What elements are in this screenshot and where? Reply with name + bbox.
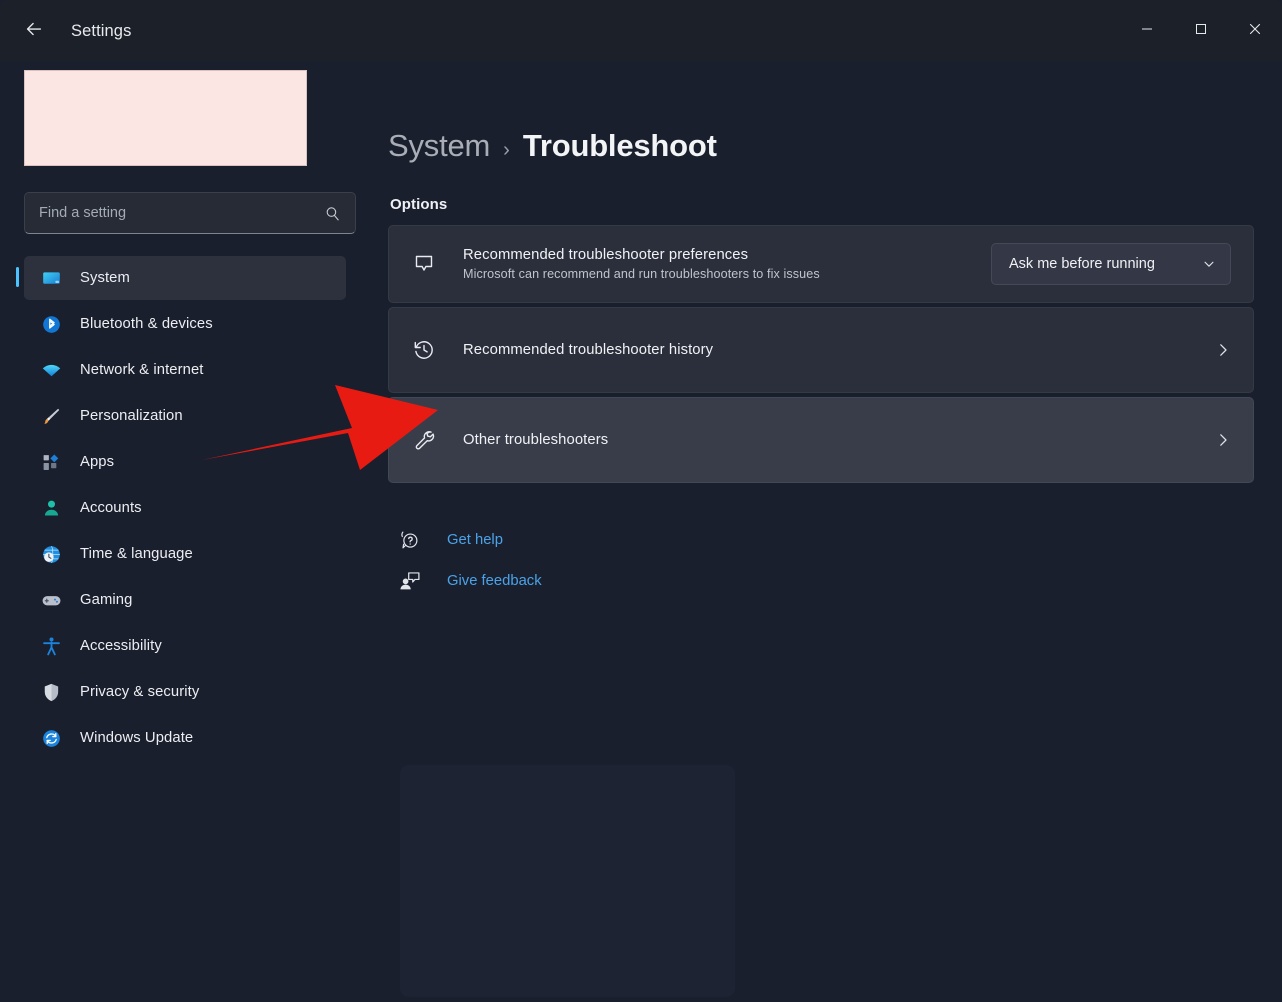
card-other-troubleshooters[interactable]: Other troubleshooters [388,397,1254,483]
search-icon [324,205,341,222]
card-text: Recommended troubleshooter history [463,342,1201,358]
dropdown-value: Ask me before running [1009,256,1155,272]
app-title: Settings [71,21,132,40]
minimize-button[interactable] [1120,0,1174,62]
sidebar-item-time-language[interactable]: Time & language [24,532,346,576]
account-redaction-block [24,70,307,166]
settings-window: Settings Find a setting System Bluetooth… [0,0,1282,1002]
arrow-left-icon [23,18,45,45]
apps-icon [40,451,62,473]
link-label: Give feedback [447,572,542,589]
get-help-link[interactable]: Get help [388,519,503,560]
shield-icon [40,681,62,703]
bluetooth-icon [40,313,62,335]
sidebar-item-label: Personalization [80,408,183,424]
give-feedback-link[interactable]: Give feedback [388,560,542,601]
breadcrumb-parent[interactable]: System [388,128,490,164]
sidebar-item-accounts[interactable]: Accounts [24,486,346,530]
help-bubble-icon [396,529,424,551]
clock-globe-icon [40,543,62,565]
sidebar-item-personalization[interactable]: Personalization [24,394,346,438]
sidebar-item-label: Bluetooth & devices [80,316,213,332]
card-recommended-troubleshooter-preferences[interactable]: Recommended troubleshooter preferences M… [388,225,1254,303]
sidebar-item-windows-update[interactable]: Windows Update [24,716,346,760]
minimize-icon [1141,22,1153,40]
card-text: Recommended troubleshooter preferences M… [463,247,991,281]
sidebar-item-apps[interactable]: Apps [24,440,346,484]
sidebar-item-label: Privacy & security [80,684,200,700]
monitor-icon [40,267,62,289]
card-title: Recommended troubleshooter preferences [463,247,749,263]
footer-links: Get help Give feedback [388,519,1254,601]
sidebar-item-privacy-security[interactable]: Privacy & security [24,670,346,714]
history-icon [411,338,437,362]
paintbrush-icon [40,405,62,427]
sidebar-item-accessibility[interactable]: Accessibility [24,624,346,668]
sidebar-item-label: Gaming [80,592,133,608]
title-bar: Settings [0,0,1282,62]
sidebar-item-label: System [80,270,130,286]
card-title: Other troubleshooters [463,432,609,448]
page-title: Troubleshoot [522,128,717,163]
wrench-icon [411,428,437,452]
sidebar-item-system[interactable]: System [16,256,346,300]
sidebar-item-label: Windows Update [80,730,194,746]
close-icon [1249,22,1261,40]
maximize-button[interactable] [1174,0,1228,62]
card-subtitle: Microsoft can recommend and run troubles… [463,267,820,281]
card-title: Recommended troubleshooter history [463,342,714,358]
breadcrumb-separator: › [503,139,510,161]
close-button[interactable] [1228,0,1282,62]
chevron-right-icon [1215,432,1231,448]
sidebar-item-network-internet[interactable]: Network & internet [24,348,346,392]
accessibility-icon [40,635,62,657]
search-box[interactable] [24,192,356,234]
card-text: Other troubleshooters [463,432,1201,448]
chevron-down-icon [1202,257,1216,271]
sidebar-item-label: Time & language [80,546,193,562]
search-input[interactable] [39,205,324,221]
sidebar-item-label: Network & internet [80,362,204,378]
sidebar: System Bluetooth & devices [0,62,378,1002]
sidebar-item-label: Apps [80,454,115,470]
chevron-right-icon [1215,342,1231,358]
sidebar-item-bluetooth-devices[interactable]: Bluetooth & devices [24,302,346,346]
gamepad-icon [40,589,62,611]
link-label: Get help [447,531,503,548]
sidebar-nav: System Bluetooth & devices Network & int… [12,256,356,760]
window-controls [1120,0,1282,62]
background-panel [400,765,735,997]
feedback-person-icon [396,570,424,592]
wifi-icon [40,359,62,381]
card-recommended-troubleshooter-history[interactable]: Recommended troubleshooter history [388,307,1254,393]
sidebar-item-label: Accessibility [80,638,162,654]
section-title: Options [390,196,448,213]
back-button[interactable] [12,11,56,51]
breadcrumb: System › Troubleshoot [388,128,1254,164]
update-icon [40,727,62,749]
maximize-icon [1195,22,1207,40]
person-icon [40,497,62,519]
sidebar-item-gaming[interactable]: Gaming [24,578,346,622]
sidebar-item-label: Accounts [80,500,142,516]
chat-bubble-icon [411,252,437,276]
recommended-troubleshooter-preferences-dropdown[interactable]: Ask me before running [991,243,1231,285]
